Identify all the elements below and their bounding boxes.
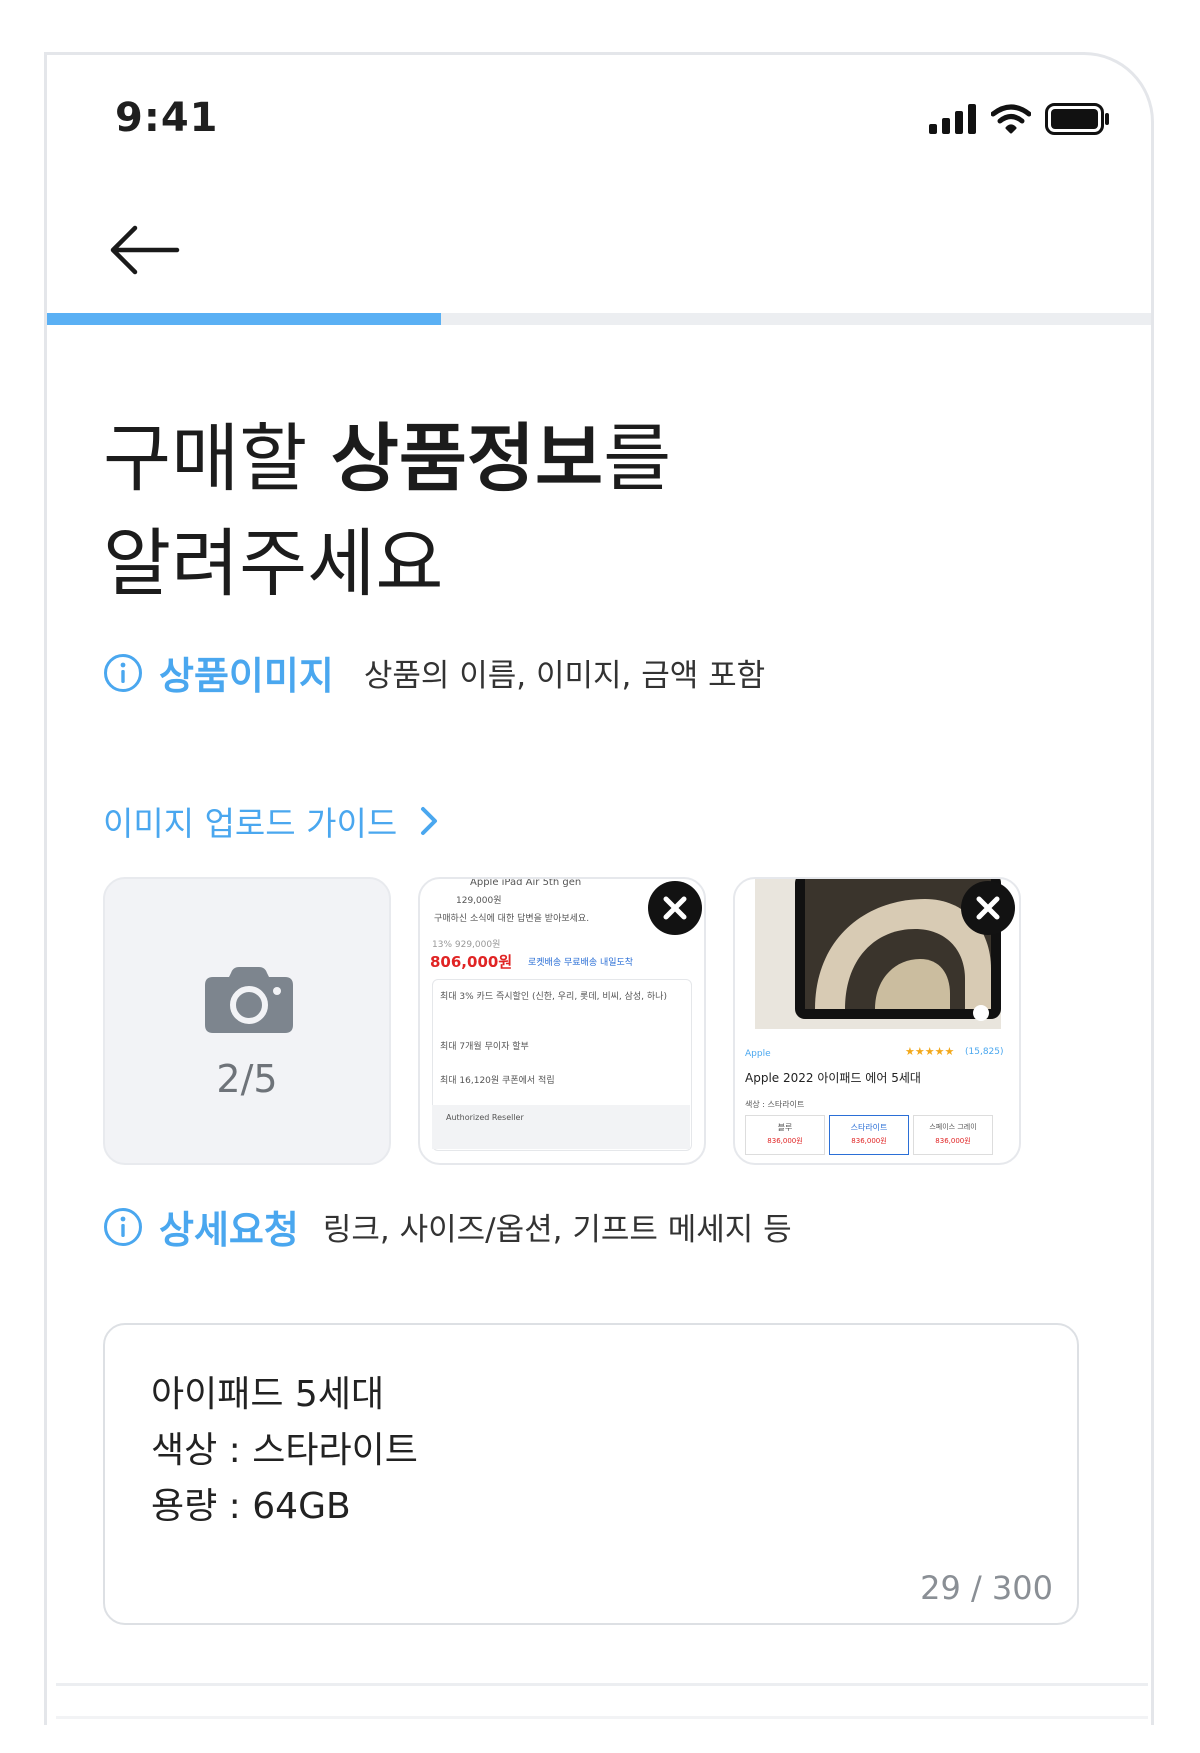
upload-count: 2/5 (216, 1057, 278, 1101)
detail-section-description: 링크, 사이즈/옵션, 기프트 메세지 등 (322, 1212, 792, 1248)
shot1-old-price: 129,000원 (456, 896, 502, 906)
shot2-reviews: (15,825) (965, 1047, 1004, 1057)
character-counter: 29 / 300 (920, 1569, 1053, 1607)
title-part: 를 (603, 416, 672, 502)
detail-text-line: 색상 : 스타라이트 (151, 1430, 418, 1471)
back-arrow-icon[interactable] (105, 220, 181, 280)
detail-section-header: 상세요청 링크, 사이즈/옵션, 기프트 메세지 등 (103, 1199, 792, 1254)
detail-section-label: 상세요청 (159, 1208, 299, 1252)
shot2-name: Apple 2022 아이패드 에어 5세대 (745, 1071, 921, 1085)
detail-text-line: 용량 : 64GB (151, 1486, 351, 1527)
shot1-seller-box (432, 1105, 690, 1149)
shot1-card-benefit: 최대 3% 카드 즉시할인 (신한, 우리, 롯데, 비씨, 삼성, 하나) (440, 992, 667, 1002)
shot2-rating: ★★★★★ (905, 1045, 955, 1058)
image-section-header: 상품이미지 상품의 이름, 이미지, 금액 포함 (103, 645, 765, 700)
image-upload-button[interactable]: 2/5 (103, 877, 391, 1165)
battery-icon (1045, 103, 1109, 135)
title-emphasis: 상품정보 (330, 416, 604, 502)
shot2-option-2: 스타라이트 836,000원 (829, 1115, 909, 1155)
shot2-option-1-name: 블루 (777, 1123, 793, 1132)
shot2-option-3: 스페이스 그레이 836,000원 (913, 1115, 993, 1155)
title-line2: 알려주세요 (103, 521, 444, 607)
info-icon[interactable] (103, 1207, 143, 1247)
shot1-header: Apple iPad Air 5th gen (470, 877, 582, 888)
camera-icon (205, 967, 293, 1033)
shot2-option-1-price: 836,000원 (767, 1137, 803, 1145)
progress-fill (47, 313, 442, 325)
divider (56, 1683, 1148, 1686)
status-time: 9:41 (115, 95, 219, 141)
shot2-option-1: 블루 836,000원 (745, 1115, 825, 1155)
shot1-seller: Authorized Reseller (446, 1113, 524, 1122)
shot2-option-2-name: 스타라이트 (850, 1123, 888, 1132)
title-part: 구매할 (103, 416, 331, 502)
bottom-fade (47, 1635, 1151, 1725)
shot1-shipping: 로켓배송 무료배송 내일도착 (528, 958, 634, 968)
shot1-coupon: 최대 16,120원 쿠폰에서 적립 (440, 1076, 555, 1086)
page-title: 구매할 상품정보를 알려주세요 (103, 407, 671, 617)
shot1-installment: 최대 7개월 무이자 할부 (440, 1042, 529, 1052)
upload-guide-label: 이미지 업로드 가이드 (103, 804, 398, 843)
shot1-discount: 13% 929,000원 (432, 940, 501, 950)
shot2-option-2-price: 836,000원 (851, 1137, 887, 1145)
upload-guide-link[interactable]: 이미지 업로드 가이드 (103, 797, 439, 845)
shot1-notice: 구매하신 소식에 대한 답변을 받아보세요. (434, 914, 590, 924)
shot2-brand: Apple (745, 1049, 771, 1059)
uploaded-image-1[interactable]: Apple iPad Air 5th gen 129,000원 구매하신 소식에… (418, 877, 706, 1165)
divider (56, 1716, 1148, 1719)
phone-frame: 9:41 구매할 상품정보를 알려주세요 상품이미지 상품의 이름, 이미지, … (44, 52, 1154, 1725)
shot2-option-3-name: 스페이스 그레이 (929, 1123, 977, 1131)
chevron-right-icon (421, 807, 438, 835)
close-icon (663, 896, 687, 920)
remove-image-2-button[interactable] (961, 881, 1015, 935)
status-bar: 9:41 (47, 95, 1151, 155)
image-section-label: 상품이미지 (159, 654, 334, 698)
close-icon (976, 896, 1000, 920)
progress-bar (47, 313, 1151, 325)
remove-image-1-button[interactable] (648, 881, 702, 935)
wifi-icon (991, 104, 1031, 134)
image-section-description: 상품의 이름, 이미지, 금액 포함 (363, 658, 766, 694)
shot2-option-3-price: 836,000원 (935, 1137, 971, 1145)
cellular-icon (929, 104, 976, 134)
detail-text-line: 아이패드 5세대 (151, 1374, 385, 1415)
uploaded-image-2[interactable]: Apple ★★★★★ (15,825) Apple 2022 아이패드 에어 … (733, 877, 1021, 1165)
shot1-price: 806,000원 (430, 953, 513, 971)
info-icon[interactable] (103, 653, 143, 693)
detail-request-textarea[interactable]: 아이패드 5세대 색상 : 스타라이트 용량 : 64GB 29 / 300 (103, 1323, 1079, 1625)
shot2-color-label: 색상 : 스타라이트 (745, 1100, 805, 1109)
